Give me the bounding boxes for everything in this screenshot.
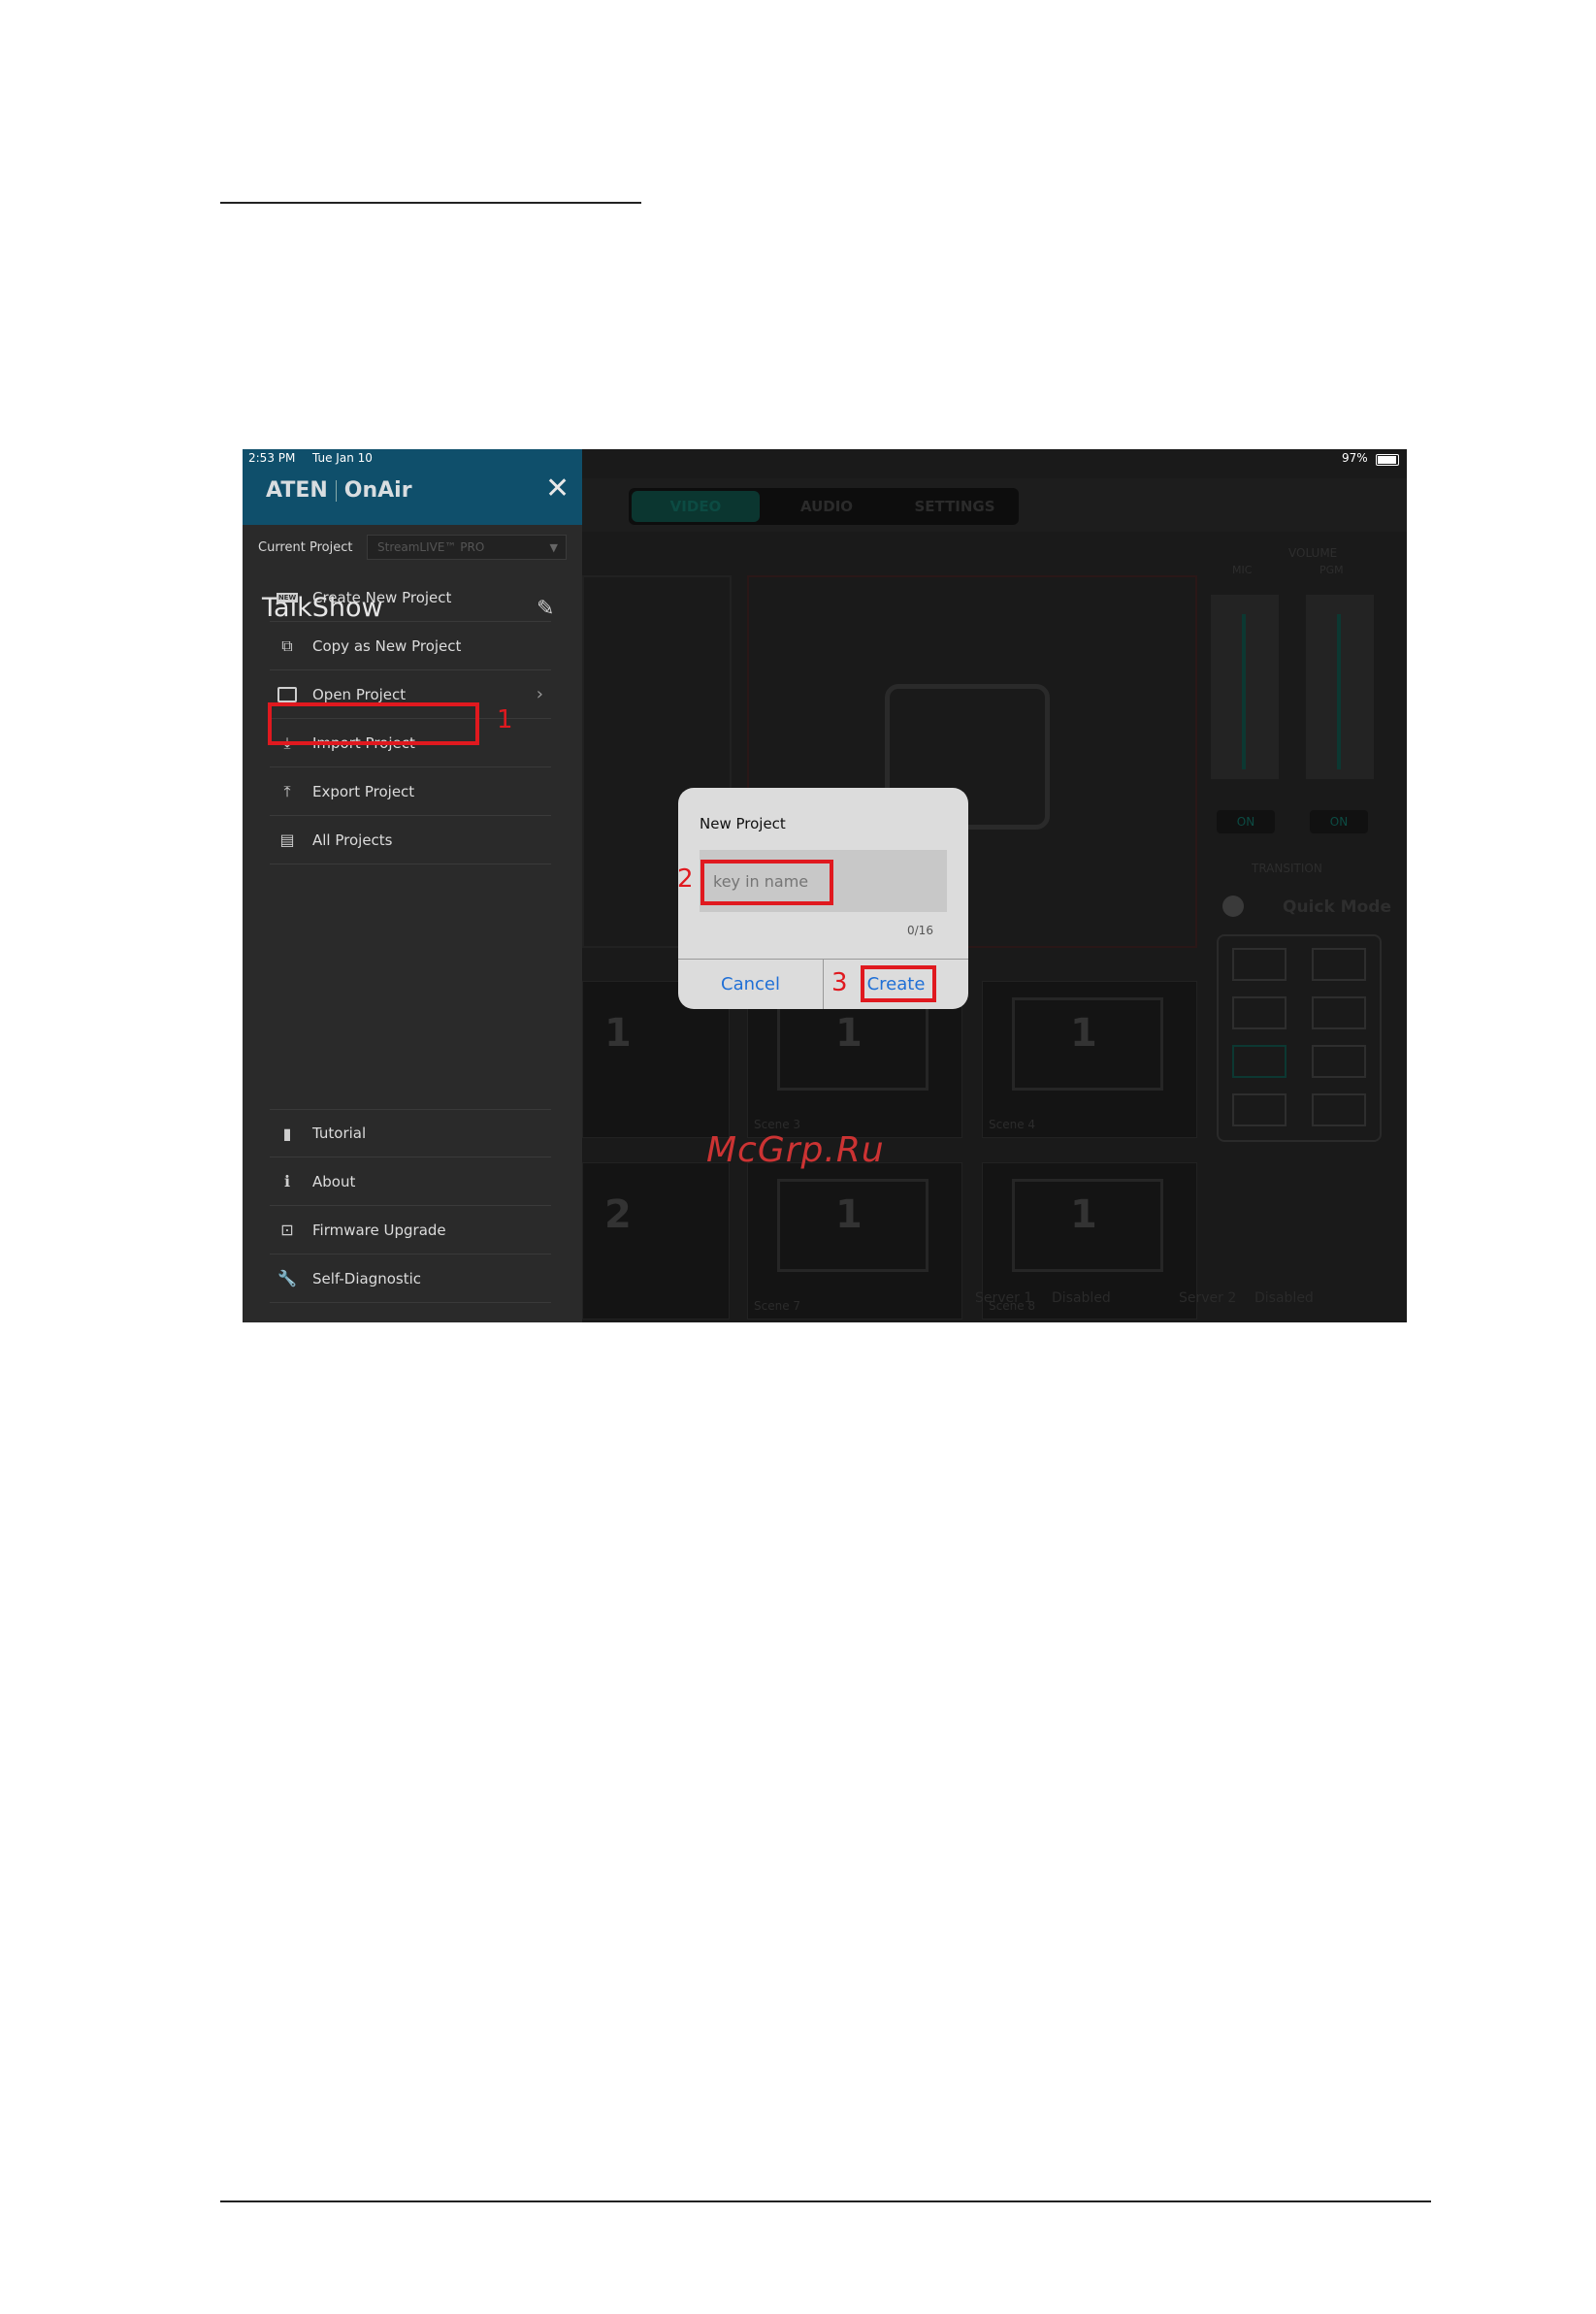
folder-icon	[276, 685, 299, 704]
highlight-name-input	[700, 860, 833, 905]
transition-label: TRANSITION	[1252, 862, 1322, 875]
volume-label: VOLUME	[1288, 546, 1338, 560]
bottom-rule	[220, 2200, 1431, 2202]
mic-fader[interactable]	[1211, 595, 1279, 779]
pgm-fader[interactable]	[1306, 595, 1374, 779]
app-logo: ATEN OnAir	[266, 478, 412, 503]
transition-option[interactable]	[1312, 948, 1366, 981]
app-screenshot: VIDEO AUDIO SETTINGS VOLUME MIC PGM ON O…	[243, 449, 1407, 1322]
menu-item-label: Export Project	[312, 782, 415, 800]
menu-item-label: About	[312, 1172, 356, 1190]
tab-audio[interactable]: AUDIO	[763, 488, 891, 525]
status-date: Tue Jan 10	[312, 451, 373, 465]
menu-firmware-upgrade[interactable]: ⊡ Firmware Upgrade	[270, 1206, 551, 1255]
current-project-label: Current Project	[258, 540, 353, 555]
logo-product: OnAir	[343, 478, 412, 503]
mic-label: MIC	[1232, 564, 1253, 576]
server-2-status: Disabled	[1254, 1290, 1314, 1306]
server-status-bar: Server 1 Disabled Server 2 Disabled	[582, 1279, 1407, 1318]
transition-option[interactable]	[1232, 996, 1287, 1029]
tab-video[interactable]: VIDEO	[632, 491, 760, 522]
chevron-down-icon: ▼	[549, 541, 558, 554]
menu-self-diagnostic[interactable]: 🔧 Self-Diagnostic	[270, 1255, 551, 1303]
info-icon: ℹ	[283, 1172, 291, 1190]
volume-panel: VOLUME MIC PGM ON ON	[1211, 546, 1395, 954]
menu-export-project[interactable]: ⤒ Export Project	[270, 767, 551, 816]
menu-all-projects[interactable]: ▤ All Projects	[270, 816, 551, 864]
step-number-2: 2	[677, 864, 694, 894]
pgm-label: PGM	[1319, 564, 1344, 576]
menu-about[interactable]: ℹ About	[270, 1157, 551, 1206]
menu-item-label: Self-Diagnostic	[312, 1269, 422, 1287]
menu-create-new-project[interactable]: NEW Create New Project	[270, 573, 551, 622]
tab-settings[interactable]: SETTINGS	[891, 488, 1019, 525]
quick-mode-label: Quick Mode	[1283, 897, 1391, 917]
chevron-right-icon: ›	[536, 684, 543, 704]
main-tabs: VIDEO AUDIO SETTINGS	[629, 488, 1019, 525]
mic-on-button[interactable]: ON	[1217, 810, 1275, 833]
current-project-select[interactable]: StreamLIVE™ PRO ▼	[367, 535, 567, 560]
battery-percent: 97%	[1342, 451, 1368, 465]
menu-item-label: Copy as New Project	[312, 636, 462, 655]
scene-label: Scene 4	[989, 1118, 1036, 1131]
watermark: McGrp.Ru	[706, 1130, 885, 1170]
export-icon: ⤒	[283, 781, 291, 800]
menu-item-label: Open Project	[312, 685, 407, 703]
transition-option[interactable]	[1232, 1093, 1287, 1126]
logo-brand: ATEN	[266, 478, 328, 503]
menu-item-label: All Projects	[312, 831, 393, 849]
wrench-icon: 🔧	[277, 1269, 297, 1287]
highlight-create-button	[861, 965, 936, 1002]
cancel-button[interactable]: Cancel	[678, 959, 823, 1009]
menu-item-label: Tutorial	[312, 1124, 367, 1142]
quick-mode-toggle[interactable]	[1222, 896, 1244, 917]
transition-option[interactable]	[1312, 1045, 1366, 1078]
character-counter: 0/16	[907, 924, 933, 937]
dialog-title: New Project	[700, 815, 786, 832]
book-icon: ▮	[282, 1124, 292, 1143]
scene-tile[interactable]: 1 Scene 4	[982, 981, 1197, 1138]
status-time: 2:53 PM	[248, 451, 296, 465]
menu-item-label: Create New Project	[312, 588, 452, 606]
close-icon[interactable]: ✕	[545, 474, 570, 504]
current-project-value: StreamLIVE™ PRO	[377, 540, 485, 554]
pgm-on-button[interactable]: ON	[1310, 810, 1368, 833]
transition-option[interactable]	[1312, 996, 1366, 1029]
top-rule	[220, 202, 641, 204]
step-number-3: 3	[831, 968, 848, 997]
server-1-label: Server 1	[975, 1290, 1033, 1306]
menu-tutorial[interactable]: ▮ Tutorial	[270, 1109, 551, 1157]
menu-copy-as-new-project[interactable]: ⧉ Copy as New Project	[270, 622, 551, 670]
server-1-status: Disabled	[1052, 1290, 1111, 1306]
highlight-copy-as-new-project	[268, 702, 479, 745]
firmware-icon: ⊡	[280, 1221, 294, 1239]
transition-option[interactable]	[1232, 1045, 1287, 1078]
transition-option[interactable]	[1312, 1093, 1366, 1126]
step-number-1: 1	[497, 705, 513, 734]
new-icon: NEW	[276, 592, 299, 603]
battery-icon	[1376, 454, 1399, 466]
project-sidebar: ATEN OnAir ✕ Current Project StreamLIVE™ …	[243, 449, 582, 1322]
transition-option[interactable]	[1232, 948, 1287, 981]
copy-icon: ⧉	[281, 636, 293, 655]
server-2-label: Server 2	[1179, 1290, 1237, 1306]
scene-label: Scene 3	[754, 1118, 801, 1131]
menu-item-label: Firmware Upgrade	[312, 1221, 446, 1239]
transition-grid	[1217, 934, 1382, 1142]
clipboard-icon: ▤	[279, 831, 295, 849]
